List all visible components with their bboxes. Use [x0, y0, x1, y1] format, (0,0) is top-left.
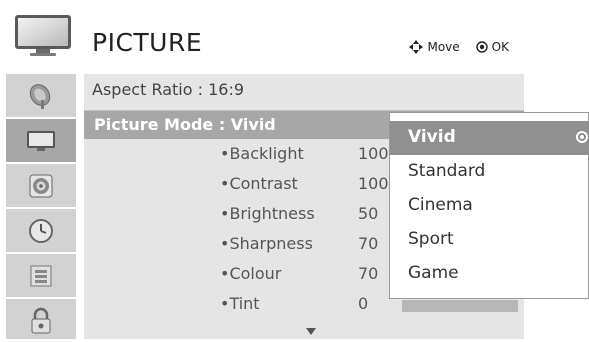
option-label: Sport — [408, 229, 454, 249]
category-sidebar — [6, 74, 76, 339]
ok-hint-label: OK — [491, 40, 509, 54]
sidebar-item-option[interactable] — [6, 254, 76, 297]
setting-label: Tint — [220, 294, 259, 313]
move-hint-label: Move — [427, 40, 460, 54]
ok-button-icon — [475, 41, 488, 53]
option-label: Standard — [408, 161, 486, 181]
navigation-hint: Move OK — [409, 40, 509, 54]
option-label: Cinema — [408, 195, 473, 215]
picture-mode-option-game[interactable]: Game — [390, 257, 589, 291]
sidebar-item-audio[interactable] — [6, 164, 76, 207]
tint-slider[interactable] — [402, 300, 518, 312]
selected-radio-icon — [576, 131, 588, 143]
setting-label: Contrast — [220, 174, 297, 193]
clock-icon — [29, 218, 53, 243]
setting-label: Sharpness — [220, 234, 313, 253]
setting-value: 70 — [358, 234, 379, 253]
setting-value: 100 — [358, 174, 389, 193]
lock-icon — [31, 307, 51, 333]
setting-value: 70 — [358, 264, 379, 283]
sidebar-item-time[interactable] — [6, 209, 76, 252]
setting-value: 100 — [358, 144, 389, 163]
setting-label: Backlight — [220, 144, 303, 163]
scroll-down-arrow-icon[interactable] — [306, 328, 316, 335]
move-arrows-icon — [409, 40, 424, 54]
picture-mode-label: Picture Mode : Vivid — [94, 115, 276, 134]
options-icon — [30, 265, 52, 286]
sidebar-item-picture[interactable] — [6, 119, 76, 162]
aspect-ratio-item[interactable]: Aspect Ratio : 16:9 — [92, 80, 244, 99]
picture-mode-option-vivid[interactable]: Vivid — [390, 121, 589, 155]
picture-tv-icon — [14, 14, 74, 58]
page-title: PICTURE — [92, 28, 203, 57]
picture-mode-option-sport[interactable]: Sport — [390, 223, 589, 257]
satellite-dish-icon — [29, 83, 51, 109]
picture-mode-option-cinema[interactable]: Cinema — [390, 189, 589, 223]
sidebar-item-setup[interactable] — [6, 74, 76, 117]
setting-value: 50 — [358, 204, 379, 223]
speaker-icon — [29, 174, 53, 197]
option-label: Vivid — [408, 127, 456, 147]
sidebar-item-lock[interactable] — [6, 299, 76, 342]
setting-label: Colour — [220, 264, 281, 283]
tv-screen-icon — [27, 130, 55, 151]
picture-mode-dropdown: Vivid Standard Cinema Sport Game — [389, 112, 589, 299]
setting-label: Brightness — [220, 204, 314, 223]
option-label: Game — [408, 263, 459, 283]
setting-value: 0 — [358, 294, 369, 313]
picture-mode-option-standard[interactable]: Standard — [390, 155, 589, 189]
